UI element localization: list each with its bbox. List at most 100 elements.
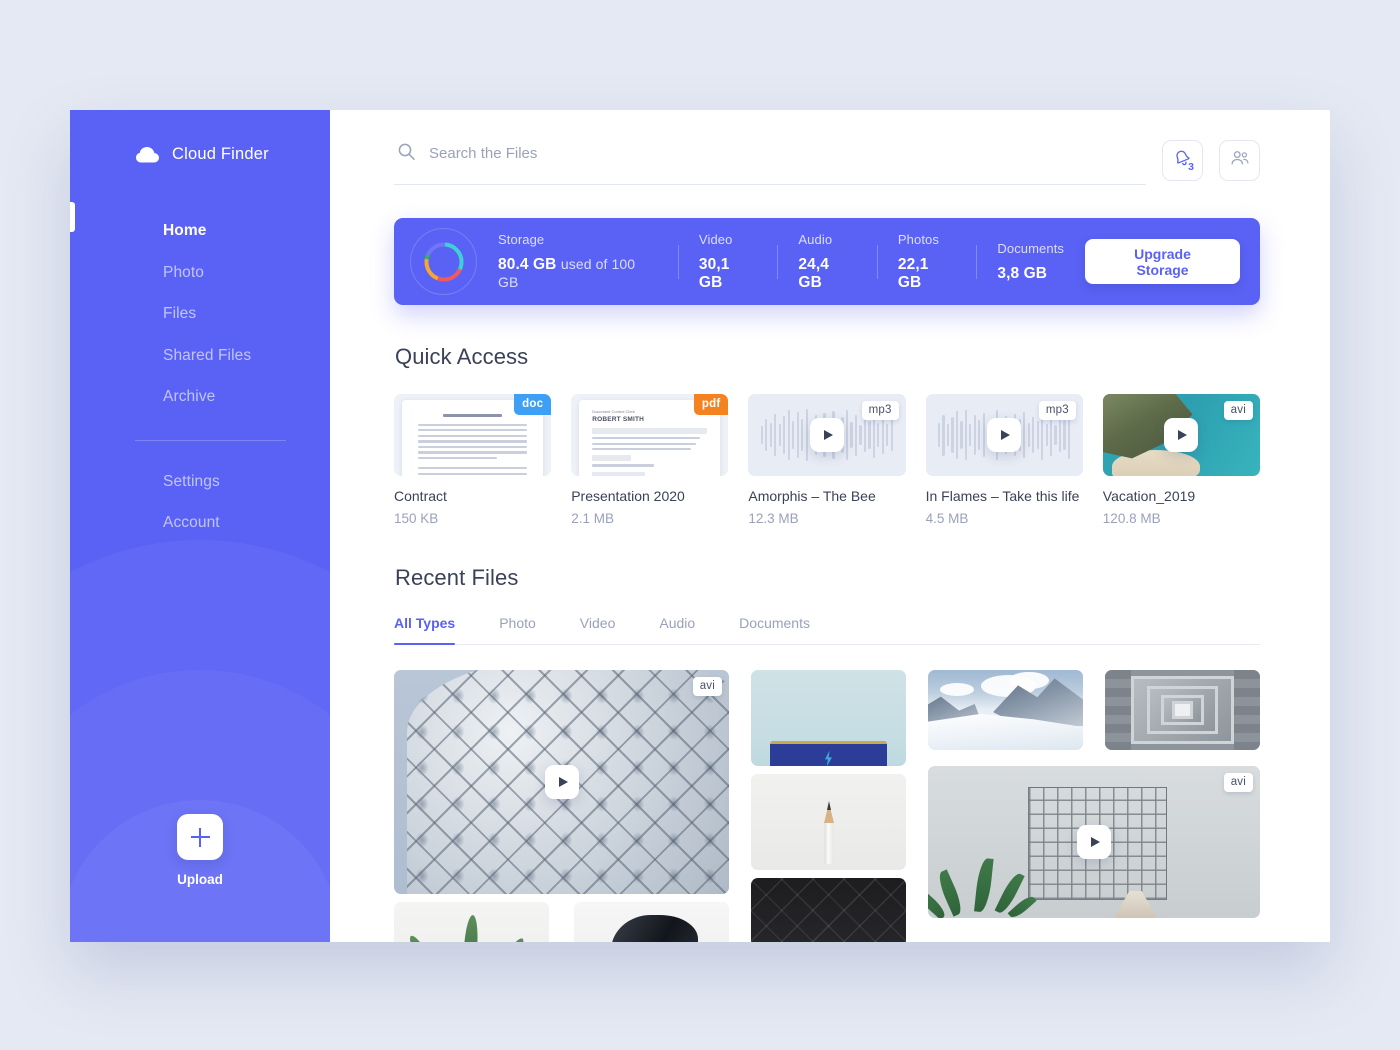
recent-tile-chair-photo[interactable]: [574, 902, 729, 942]
play-icon: [1178, 430, 1188, 440]
pencil-body: [824, 822, 833, 865]
waveform-bar: [964, 409, 967, 461]
upload-label: Upload: [177, 872, 223, 887]
thumbnail-video[interactable]: avi: [1102, 394, 1260, 476]
waveform-bar: [960, 421, 963, 449]
thumbnail-document[interactable]: doc: [394, 394, 552, 476]
storage-summary-bar: Storage 80.4 GB used of 100 GB Video 30,…: [394, 218, 1260, 305]
waveform-bar: [796, 412, 799, 458]
quick-access-title: Quick Access: [395, 344, 529, 369]
play-button[interactable]: [1077, 825, 1111, 859]
recent-tile-stairwell-photo[interactable]: [1105, 670, 1260, 750]
resume-name: ROBERT SMITH: [592, 416, 645, 423]
waveform-bar: [845, 409, 849, 461]
play-icon: [558, 777, 568, 787]
concrete-column: [1105, 670, 1132, 750]
sidebar-item-settings[interactable]: Settings: [163, 461, 330, 503]
upload-button[interactable]: [177, 814, 223, 860]
waveform-bar: [1036, 421, 1039, 449]
waveform-bar: [955, 411, 959, 459]
recent-tile-room-video[interactable]: avi: [928, 766, 1260, 918]
sidebar-item-shared-files[interactable]: Shared Files: [163, 335, 330, 377]
file-name: In Flames – Take this life: [925, 488, 1080, 504]
recent-tile-sign-photo[interactable]: [751, 670, 906, 766]
file-size: 2.1 MB: [571, 511, 614, 526]
waveform-bar: [1027, 422, 1030, 448]
storage-total-stat: Storage 80.4 GB used of 100 GB: [477, 232, 678, 292]
waveform-bar: [978, 420, 981, 450]
sidebar-item-account[interactable]: Account: [163, 502, 330, 544]
quick-access-item-presentation[interactable]: Document Control Clerk ROBERT SMITH pdf …: [571, 394, 729, 526]
storage-value: 80.4 GB used of 100 GB: [498, 256, 657, 292]
play-button[interactable]: [544, 765, 579, 799]
upload-area: Upload: [70, 814, 330, 887]
file-name: Vacation_2019: [1102, 488, 1196, 504]
recent-tile-mountain-photo[interactable]: [928, 670, 1083, 750]
file-type-badge: mp3: [1038, 401, 1076, 420]
waveform-bar: [805, 408, 808, 462]
sidebar-item-home[interactable]: Home: [163, 210, 330, 252]
tab-documents[interactable]: Documents: [739, 615, 810, 644]
waveform-bar: [760, 425, 763, 445]
plus-icon: [190, 827, 210, 847]
thumbnail-pdf[interactable]: Document Control Clerk ROBERT SMITH pdf: [571, 394, 729, 476]
file-type-badge: mp3: [861, 401, 899, 420]
waveform-bar: [792, 421, 795, 449]
stat-label: Documents: [997, 240, 1065, 256]
waveform-bar: [774, 413, 777, 457]
recent-tile-succulent-photo[interactable]: [394, 902, 549, 942]
play-icon: [1091, 837, 1100, 847]
waveform-bar: [973, 415, 976, 455]
pencil-photo: [751, 774, 906, 870]
recent-tile-building-video[interactable]: avi: [394, 670, 729, 894]
sidebar-item-photo[interactable]: Photo: [163, 252, 330, 294]
quick-access-item-contract[interactable]: doc Contract 150 KB: [394, 394, 552, 526]
waveform-bar: [801, 418, 804, 452]
play-button[interactable]: [1164, 418, 1199, 452]
brand-name: Cloud Finder: [172, 145, 269, 163]
waveform-bar: [937, 422, 941, 448]
tab-all-types[interactable]: All Types: [394, 615, 456, 645]
storage-stat-video: Video 30,1 GB: [678, 232, 777, 292]
tab-video[interactable]: Video: [580, 615, 616, 644]
waveform-bar: [886, 424, 889, 446]
thumbnail-audio[interactable]: mp3: [925, 394, 1083, 476]
sidebar-item-archive[interactable]: Archive: [163, 376, 330, 418]
play-button[interactable]: [987, 418, 1022, 452]
recent-tile-dark-pattern-photo[interactable]: [751, 878, 906, 942]
play-button[interactable]: [809, 418, 844, 452]
stat-label: Photos: [897, 231, 939, 247]
donut-outer-ring: [410, 228, 477, 295]
thumbnail-audio[interactable]: mp3: [748, 394, 906, 476]
recent-files-title: Recent Files: [395, 565, 519, 590]
file-type-badge: pdf: [693, 394, 729, 415]
sidebar: Cloud Finder Home Photo Files Shared Fil…: [70, 110, 330, 942]
top-bar: 3: [394, 140, 1260, 185]
waveform-bar: [982, 412, 985, 458]
quick-access-grid: doc Contract 150 KB Document Control Cle…: [394, 394, 1260, 526]
quick-access-item-amorphis[interactable]: mp3 Amorphis – The Bee 12.3 MB: [748, 394, 906, 526]
people-icon: [1230, 149, 1250, 172]
recent-tile-pencil-photo[interactable]: [751, 774, 906, 870]
waveform-bar: [765, 419, 768, 451]
quick-access-item-vacation[interactable]: avi Vacation_2019 120.8 MB: [1102, 394, 1260, 526]
concrete-column: [1233, 670, 1260, 750]
waveform-bar: [946, 424, 950, 446]
waveform-bar: [1032, 416, 1035, 454]
resume-role: Document Control Clerk: [592, 409, 635, 414]
tab-audio[interactable]: Audio: [659, 615, 695, 644]
sidebar-item-files[interactable]: Files: [163, 293, 330, 335]
notifications-button[interactable]: 3: [1162, 140, 1203, 181]
stat-label: Video: [698, 231, 733, 247]
pencil-tip: [826, 800, 831, 810]
storage-used: 80.4 GB: [498, 255, 557, 273]
waveform-bar: [969, 423, 972, 447]
tab-photo[interactable]: Photo: [499, 615, 536, 644]
quick-access-item-in-flames[interactable]: mp3 In Flames – Take this life 4.5 MB: [925, 394, 1083, 526]
upgrade-storage-button[interactable]: Upgrade Storage: [1085, 239, 1240, 284]
search-bar[interactable]: [394, 140, 1146, 185]
search-input[interactable]: [429, 145, 1146, 162]
storage-stat-audio: Audio 24,4 GB: [777, 232, 876, 292]
waveform-bar: [1058, 417, 1062, 453]
share-users-button[interactable]: [1219, 140, 1260, 181]
